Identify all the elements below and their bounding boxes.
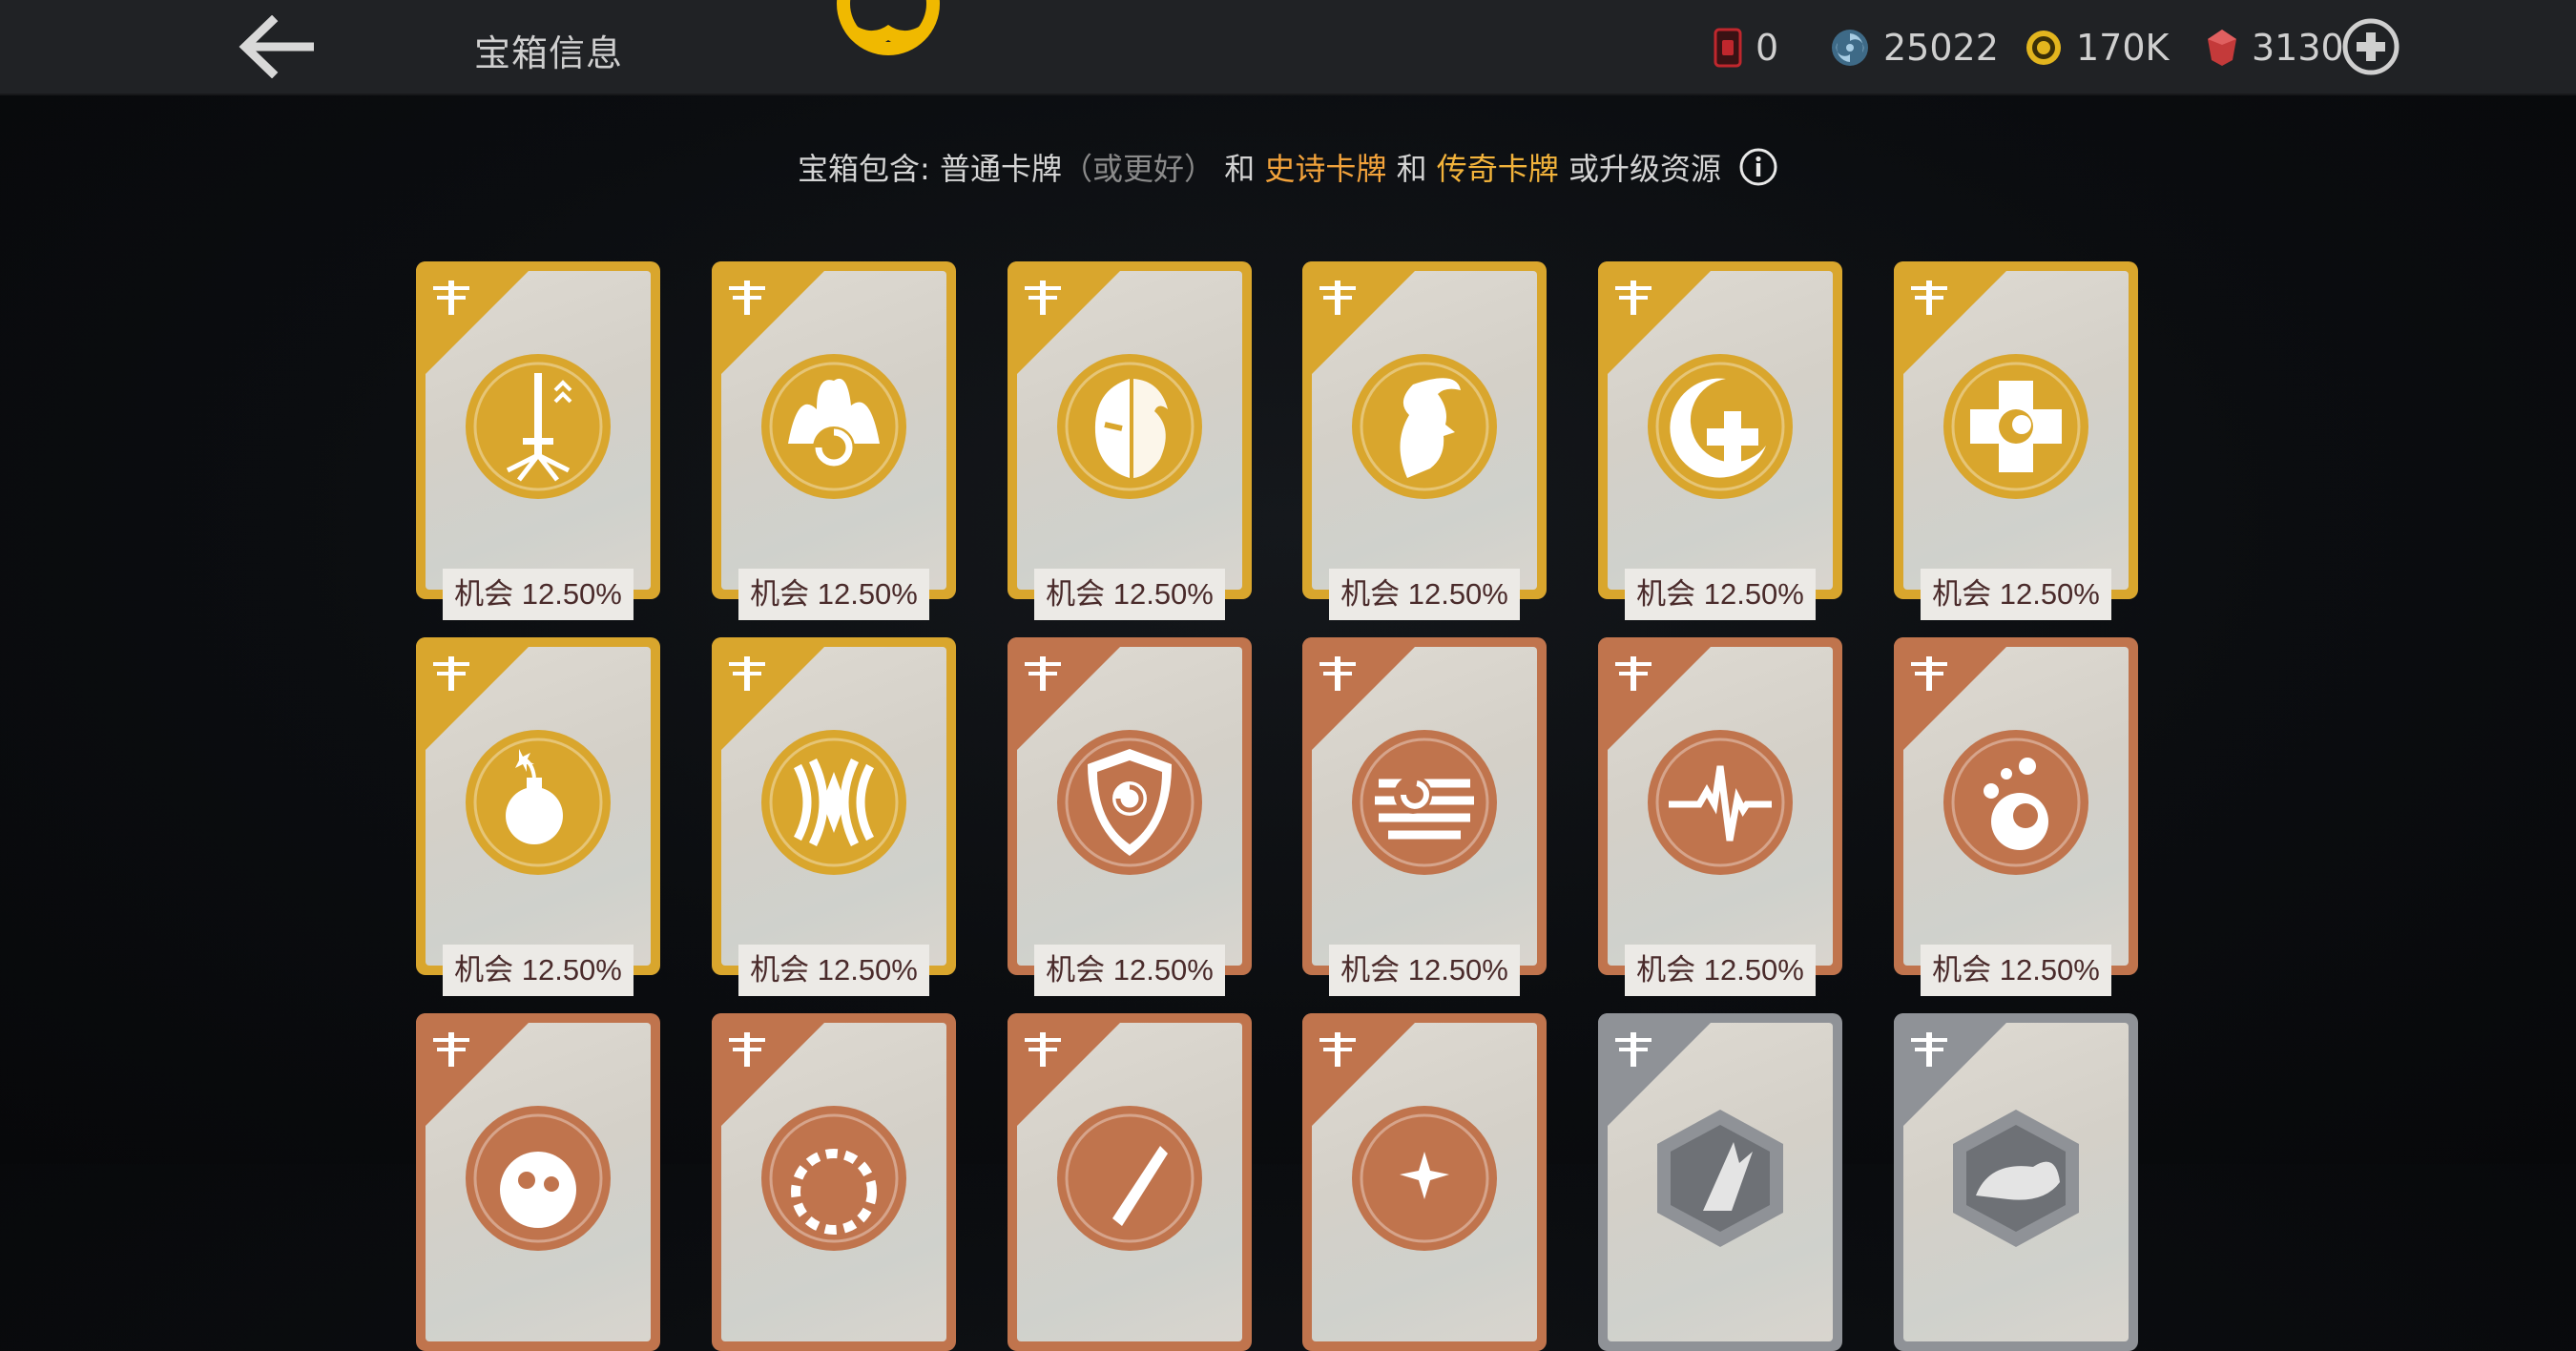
- back-button[interactable]: [234, 14, 320, 79]
- hex-beast-icon: [1953, 1110, 2079, 1247]
- gold-coin-count: 170K: [2076, 27, 2170, 69]
- arrow-left-icon: [239, 14, 314, 79]
- dragonfly-icon: [1319, 281, 1356, 315]
- gear-ring-icon: [761, 1106, 906, 1251]
- dragonfly-icon: [433, 1032, 469, 1067]
- bomb-icon: [466, 730, 611, 875]
- dragonfly-icon: [729, 1032, 765, 1067]
- info-or-better: （或更好）: [1062, 151, 1215, 187]
- info-button[interactable]: [1738, 147, 1778, 195]
- red-gem-icon: [2208, 30, 2236, 66]
- card-chance-label: 机会 12.50%: [1625, 569, 1816, 620]
- plus-circle-icon: [2342, 18, 2399, 75]
- dragonfly-icon: [729, 656, 765, 691]
- card-slot[interactable]: 机会 12.50%: [712, 261, 956, 620]
- sword-icon: [466, 354, 611, 499]
- dragonfly-icon: [1615, 281, 1652, 315]
- card-slot[interactable]: 机会 12.50%: [1894, 637, 2138, 996]
- card-chance-label: 机会 12.50%: [1921, 569, 2111, 620]
- card-chance-label: 机会 12.50%: [1329, 569, 1520, 620]
- brand-logo-icon: [837, 0, 940, 55]
- dragonfly-icon: [1025, 281, 1061, 315]
- dragonfly-icon: [729, 281, 765, 315]
- swirl-orb-icon: [1832, 30, 1868, 66]
- page-title: 宝箱信息: [474, 32, 624, 74]
- card-slot[interactable]: 机会 12.50%: [712, 637, 956, 996]
- card-chance-label: 机会 12.50%: [738, 945, 929, 996]
- currency-red-gem: 3130: [2206, 21, 2344, 74]
- card-slot[interactable]: 机会 12.50%: [416, 637, 660, 996]
- card-chance-label: 机会 12.50%: [738, 569, 929, 620]
- info-and-2: 和: [1386, 151, 1437, 187]
- card-chance-label: 机会 12.50%: [443, 569, 634, 620]
- flame-swirl-icon: [761, 354, 906, 499]
- dragonfly-icon: [1319, 656, 1356, 691]
- card-slot[interactable]: 机会 12.50%: [1598, 261, 1842, 620]
- card-chance-label: 机会 12.50%: [1329, 945, 1520, 996]
- dragonfly-icon: [433, 281, 469, 315]
- sonic-wave-icon: [761, 730, 906, 875]
- info-suffix: 或升级资源: [1558, 151, 1721, 187]
- dragonfly-icon: [433, 656, 469, 691]
- striped-orb-icon: [1352, 730, 1497, 875]
- dragonfly-icon: [1615, 656, 1652, 691]
- card-slot[interactable]: 机会 12.50%: [1302, 261, 1547, 620]
- card-chance-label: 机会 12.50%: [1625, 945, 1816, 996]
- currency-gold-coin: 170K: [2025, 21, 2169, 74]
- currency-blue-orb: 25022: [1830, 21, 1999, 74]
- info-icon: [1739, 148, 1777, 186]
- info-prefix: 宝箱包含: 普通卡牌: [798, 151, 1062, 187]
- card-slot[interactable]: [712, 1013, 956, 1351]
- blade-icon: [1057, 1106, 1202, 1251]
- dragonfly-icon: [1911, 1032, 1947, 1067]
- hex-claw-icon: [1657, 1110, 1783, 1247]
- chest-contents-info: 宝箱包含: 普通卡牌（或更好） 和 史诗卡牌 和 传奇卡牌 或升级资源: [0, 145, 2576, 195]
- shield-swirl-icon: [1057, 730, 1202, 875]
- card-slot[interactable]: [1008, 1013, 1252, 1351]
- card-chance-label: 机会 12.50%: [1034, 569, 1225, 620]
- dragonfly-icon: [1025, 1032, 1061, 1067]
- dragonfly-icon: [1615, 1032, 1652, 1067]
- fire-mask-icon: [1057, 354, 1202, 499]
- gold-coin-icon: [2026, 31, 2061, 65]
- card-slot[interactable]: [416, 1013, 660, 1351]
- top-bar: 宝箱信息 0 25022 170K 3130: [0, 0, 2576, 95]
- red-gem-count: 3130: [2252, 27, 2344, 69]
- card-slot[interactable]: [1598, 1013, 1842, 1351]
- card-slot[interactable]: 机会 12.50%: [1008, 261, 1252, 620]
- card-slot[interactable]: 机会 12.50%: [1302, 637, 1547, 996]
- info-and-1: 和: [1215, 151, 1265, 187]
- info-epic-cards: 史诗卡牌: [1264, 151, 1387, 187]
- card-slot[interactable]: 机会 12.50%: [1008, 637, 1252, 996]
- info-legendary-cards: 传奇卡牌: [1436, 151, 1559, 187]
- moon-cross-icon: [1648, 354, 1793, 499]
- card-slot[interactable]: 机会 12.50%: [416, 261, 660, 620]
- add-currency-button[interactable]: [2341, 17, 2400, 76]
- card-token-count: 0: [1755, 27, 1779, 69]
- card-slot[interactable]: 机会 12.50%: [1894, 261, 2138, 620]
- dragonfly-icon: [1911, 656, 1947, 691]
- medic-cross-icon: [1943, 354, 2088, 499]
- blue-orb-count: 25022: [1883, 27, 1999, 69]
- card-slot[interactable]: [1302, 1013, 1547, 1351]
- heartbeat-icon: [1648, 730, 1793, 875]
- spirit-face-icon: [1352, 354, 1497, 499]
- splash-orb-icon: [1943, 730, 2088, 875]
- card-chance-label: 机会 12.50%: [443, 945, 634, 996]
- spotted-ball-icon: [466, 1106, 611, 1251]
- spark-icon: [1352, 1106, 1497, 1251]
- dragonfly-icon: [1319, 1032, 1356, 1067]
- card-chance-label: 机会 12.50%: [1921, 945, 2111, 996]
- card-slot[interactable]: [1894, 1013, 2138, 1351]
- card-chance-label: 机会 12.50%: [1034, 945, 1225, 996]
- card-token-icon: [1714, 28, 1742, 68]
- card-slot[interactable]: 机会 12.50%: [1598, 637, 1842, 996]
- currency-card-token: 0: [1714, 21, 1778, 74]
- dragonfly-icon: [1025, 656, 1061, 691]
- dragonfly-icon: [1911, 281, 1947, 315]
